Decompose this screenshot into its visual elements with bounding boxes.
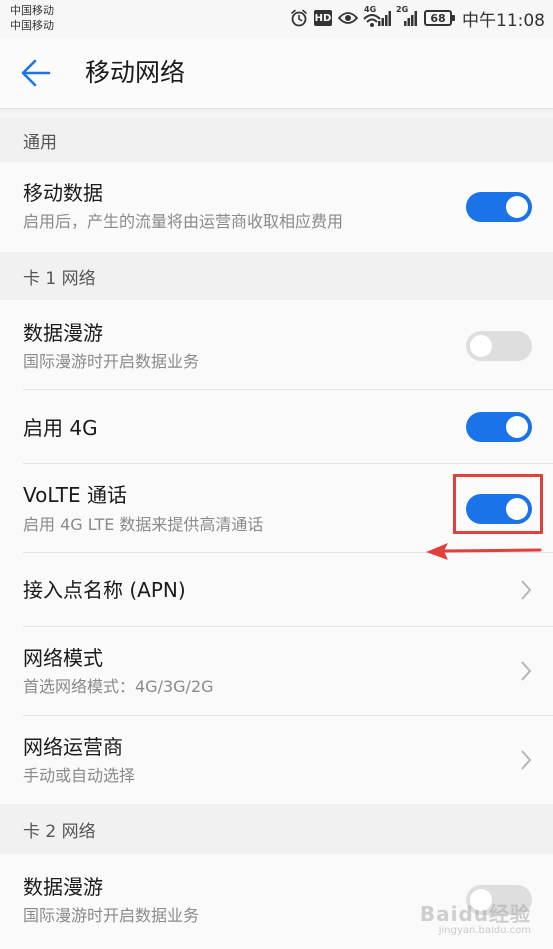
setting-network-operator[interactable]: 网络运营商 手动或自动选择 [0,716,553,804]
mobile-data-toggle[interactable] [466,192,532,222]
arrow-left-icon [21,59,51,87]
toggle-knob [506,196,528,218]
section-header-card2: 卡 2 网络 [0,804,553,854]
item-title: 接入点名称 (APN) [23,578,186,602]
item-title: 数据漫游 [23,875,103,899]
alarm-icon [291,9,307,27]
setting-enable-4g[interactable]: 启用 4G [0,390,553,464]
item-title: 移动数据 [23,181,103,205]
item-subtitle: 启用后，产生的流量将由运营商收取相应费用 [23,212,344,231]
annotation-arrow [426,543,542,560]
carrier-sim2: 中国移动 [10,19,54,32]
status-icons: HD 4G 2G 68 中午11:08 [290,5,545,31]
back-button[interactable] [18,55,54,91]
toggle-knob [470,335,492,357]
watermark-url: jingyan.baidu.com [438,925,531,936]
signal-icon [378,11,391,26]
chevron-right-icon [521,750,532,770]
carrier-info: 中国移动 中国移动 [10,3,54,33]
sim2-signal: 2G [396,5,418,28]
toolbar: 移动网络 [0,38,553,109]
sim1-signal: 4G [363,5,391,28]
signal-icon [404,11,417,26]
clock: 中午11:08 [462,10,545,31]
enable-4g-toggle[interactable] [466,412,532,442]
eye-icon [338,12,358,24]
section-header-card1: 卡 1 网络 [0,252,553,300]
item-title: VoLTE 通话 [23,483,127,507]
page-title: 移动网络 [85,58,186,87]
toggle-knob [506,416,528,438]
watermark-logo: Baidu经验 [419,902,531,926]
battery-icon: 68 [424,10,455,26]
section-header-general: 通用 [0,118,553,162]
status-bar: 中国移动 中国移动 HD 4G 2G 68 中午11:08 [0,0,553,38]
highlight-box [453,474,543,534]
item-subtitle: 国际漫游时开启数据业务 [23,352,200,371]
item-subtitle: 手动或自动选择 [23,766,136,785]
setting-data-roaming-card1[interactable]: 数据漫游 国际漫游时开启数据业务 [0,300,553,390]
item-subtitle: 国际漫游时开启数据业务 [23,906,200,925]
setting-network-mode[interactable]: 网络模式 首选网络模式：4G/3G/2G [0,627,553,716]
item-title: 网络运营商 [23,735,123,759]
item-title: 数据漫游 [23,321,103,345]
hd-icon: HD [314,10,332,26]
item-subtitle: 首选网络模式：4G/3G/2G [23,677,214,696]
chevron-right-icon [521,661,532,681]
item-title: 网络模式 [23,646,103,670]
item-subtitle: 启用 4G LTE 数据来提供高清通话 [23,515,264,534]
item-title: 启用 4G [23,416,98,440]
chevron-right-icon [521,580,532,600]
carrier-sim1: 中国移动 [10,4,54,17]
data-roaming-toggle-card1[interactable] [466,331,532,361]
setting-mobile-data[interactable]: 移动数据 启用后，产生的流量将由运营商收取相应费用 [0,162,553,252]
